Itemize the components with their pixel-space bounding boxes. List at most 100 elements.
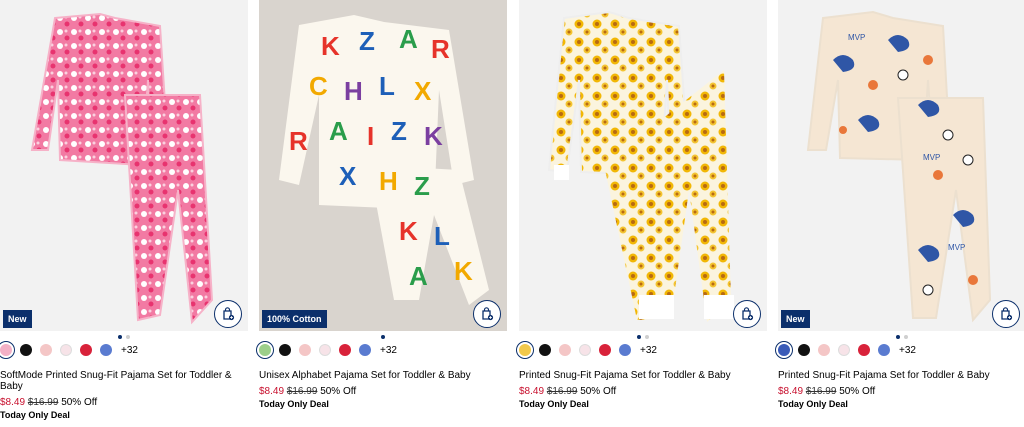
color-swatch[interactable]: [319, 344, 331, 356]
carousel-dot[interactable]: [381, 335, 385, 339]
color-swatch[interactable]: [818, 344, 830, 356]
carousel-dot[interactable]: [118, 335, 122, 339]
svg-text:A: A: [399, 24, 418, 54]
product-badge: New: [3, 310, 32, 328]
product-name[interactable]: Unisex Alphabet Pajama Set for Toddler &…: [259, 370, 507, 381]
product-grid: New +32 SoftMode Printed Snug-Fit Pajama…: [0, 0, 1024, 427]
sale-price: $8.49: [259, 386, 285, 397]
product-name[interactable]: Printed Snug-Fit Pajama Set for Toddler …: [778, 370, 1024, 381]
color-swatch[interactable]: [838, 344, 850, 356]
sale-price: $8.49: [519, 386, 545, 397]
sale-price: $8.49: [0, 397, 26, 408]
sale-price: $8.49: [778, 386, 804, 397]
discount-label: 50% Off: [580, 386, 617, 397]
product-badge: New: [781, 310, 810, 328]
product-image[interactable]: [519, 0, 767, 331]
image-carousel-dots[interactable]: [778, 335, 1024, 339]
product-card[interactable]: K Z A R C H L X A I Z K R X H Z K L A K …: [256, 0, 507, 427]
svg-text:H: H: [379, 166, 398, 196]
color-swatch[interactable]: [20, 344, 32, 356]
svg-text:MVP: MVP: [923, 153, 940, 162]
svg-text:L: L: [379, 71, 395, 101]
discount-label: 50% Off: [839, 386, 876, 397]
svg-text:X: X: [414, 76, 432, 106]
svg-text:A: A: [409, 261, 428, 291]
carousel-dot[interactable]: [126, 335, 130, 339]
product-price: $8.49 $16.99 50% Off: [778, 386, 875, 398]
color-swatch[interactable]: [599, 344, 611, 356]
svg-text:MVP: MVP: [848, 33, 865, 42]
image-carousel-dots[interactable]: [0, 335, 248, 339]
color-swatch[interactable]: [579, 344, 591, 356]
original-price: $16.99: [546, 386, 578, 397]
image-carousel-dots[interactable]: [259, 335, 507, 339]
more-colors-link[interactable]: +32: [640, 345, 657, 356]
add-to-bag-button[interactable]: [992, 300, 1020, 328]
product-badge: 100% Cotton: [262, 310, 327, 328]
svg-text:R: R: [289, 126, 308, 156]
deal-label: Today Only Deal: [0, 410, 70, 420]
color-swatch[interactable]: [40, 344, 52, 356]
color-swatch[interactable]: [80, 344, 92, 356]
product-card[interactable]: +32 Printed Snug-Fit Pajama Set for Todd…: [516, 0, 767, 427]
product-card[interactable]: MVP MVP MVP New +32 Printed Snug-Fit Paj…: [775, 0, 1024, 427]
svg-text:H: H: [344, 76, 363, 106]
product-name[interactable]: SoftMode Printed Snug-Fit Pajama Set for…: [0, 370, 248, 392]
color-swatch[interactable]: [60, 344, 72, 356]
color-swatch[interactable]: [279, 344, 291, 356]
more-colors-link[interactable]: +32: [380, 345, 397, 356]
add-to-bag-button[interactable]: [214, 300, 242, 328]
carousel-dot[interactable]: [645, 335, 649, 339]
more-colors-link[interactable]: +32: [899, 345, 916, 356]
color-swatches: +32: [516, 341, 657, 359]
svg-text:K: K: [399, 216, 418, 246]
pajama-image: K Z A R C H L X A I Z K R X H Z K L A K: [279, 15, 489, 305]
color-swatches: +32: [0, 341, 138, 359]
shopping-bag-add-icon: [742, 307, 754, 321]
color-swatch[interactable]: [619, 344, 631, 356]
deal-label: Today Only Deal: [519, 399, 589, 409]
image-carousel-dots[interactable]: [519, 335, 767, 339]
svg-text:R: R: [431, 34, 450, 64]
color-swatches: +32: [775, 341, 916, 359]
svg-text:I: I: [367, 121, 374, 151]
color-swatch[interactable]: [559, 344, 571, 356]
product-name[interactable]: Printed Snug-Fit Pajama Set for Toddler …: [519, 370, 767, 381]
color-swatch[interactable]: [100, 344, 112, 356]
svg-text:Z: Z: [359, 26, 375, 56]
shopping-bag-add-icon: [482, 307, 494, 321]
color-swatch[interactable]: [775, 341, 793, 359]
svg-text:K: K: [454, 256, 473, 286]
svg-text:K: K: [321, 31, 340, 61]
color-swatch[interactable]: [878, 344, 890, 356]
color-swatch[interactable]: [798, 344, 810, 356]
color-swatch[interactable]: [516, 341, 534, 359]
color-swatch[interactable]: [299, 344, 311, 356]
carousel-dot[interactable]: [637, 335, 641, 339]
color-swatch[interactable]: [359, 344, 371, 356]
deal-label: Today Only Deal: [259, 399, 329, 409]
color-swatch[interactable]: [256, 341, 274, 359]
pajama-image: MVP MVP MVP: [806, 10, 992, 323]
color-swatch[interactable]: [339, 344, 351, 356]
svg-text:C: C: [309, 71, 328, 101]
svg-text:K: K: [424, 121, 443, 151]
carousel-dot[interactable]: [896, 335, 900, 339]
discount-label: 50% Off: [320, 386, 357, 397]
color-swatch[interactable]: [858, 344, 870, 356]
shopping-bag-add-icon: [223, 307, 235, 321]
product-card[interactable]: New +32 SoftMode Printed Snug-Fit Pajama…: [0, 0, 248, 427]
color-swatch[interactable]: [539, 344, 551, 356]
product-image[interactable]: K Z A R C H L X A I Z K R X H Z K L A K …: [259, 0, 507, 331]
svg-text:MVP: MVP: [948, 243, 965, 252]
add-to-bag-button[interactable]: [733, 300, 761, 328]
svg-text:Z: Z: [414, 171, 430, 201]
carousel-dot[interactable]: [904, 335, 908, 339]
more-colors-link[interactable]: +32: [121, 345, 138, 356]
add-to-bag-button[interactable]: [473, 300, 501, 328]
color-swatch[interactable]: [0, 341, 15, 359]
product-price: $8.49 $16.99 50% Off: [259, 386, 356, 398]
svg-text:X: X: [339, 161, 357, 191]
product-image[interactable]: MVP MVP MVP New: [778, 0, 1024, 331]
product-image[interactable]: New: [0, 0, 248, 331]
